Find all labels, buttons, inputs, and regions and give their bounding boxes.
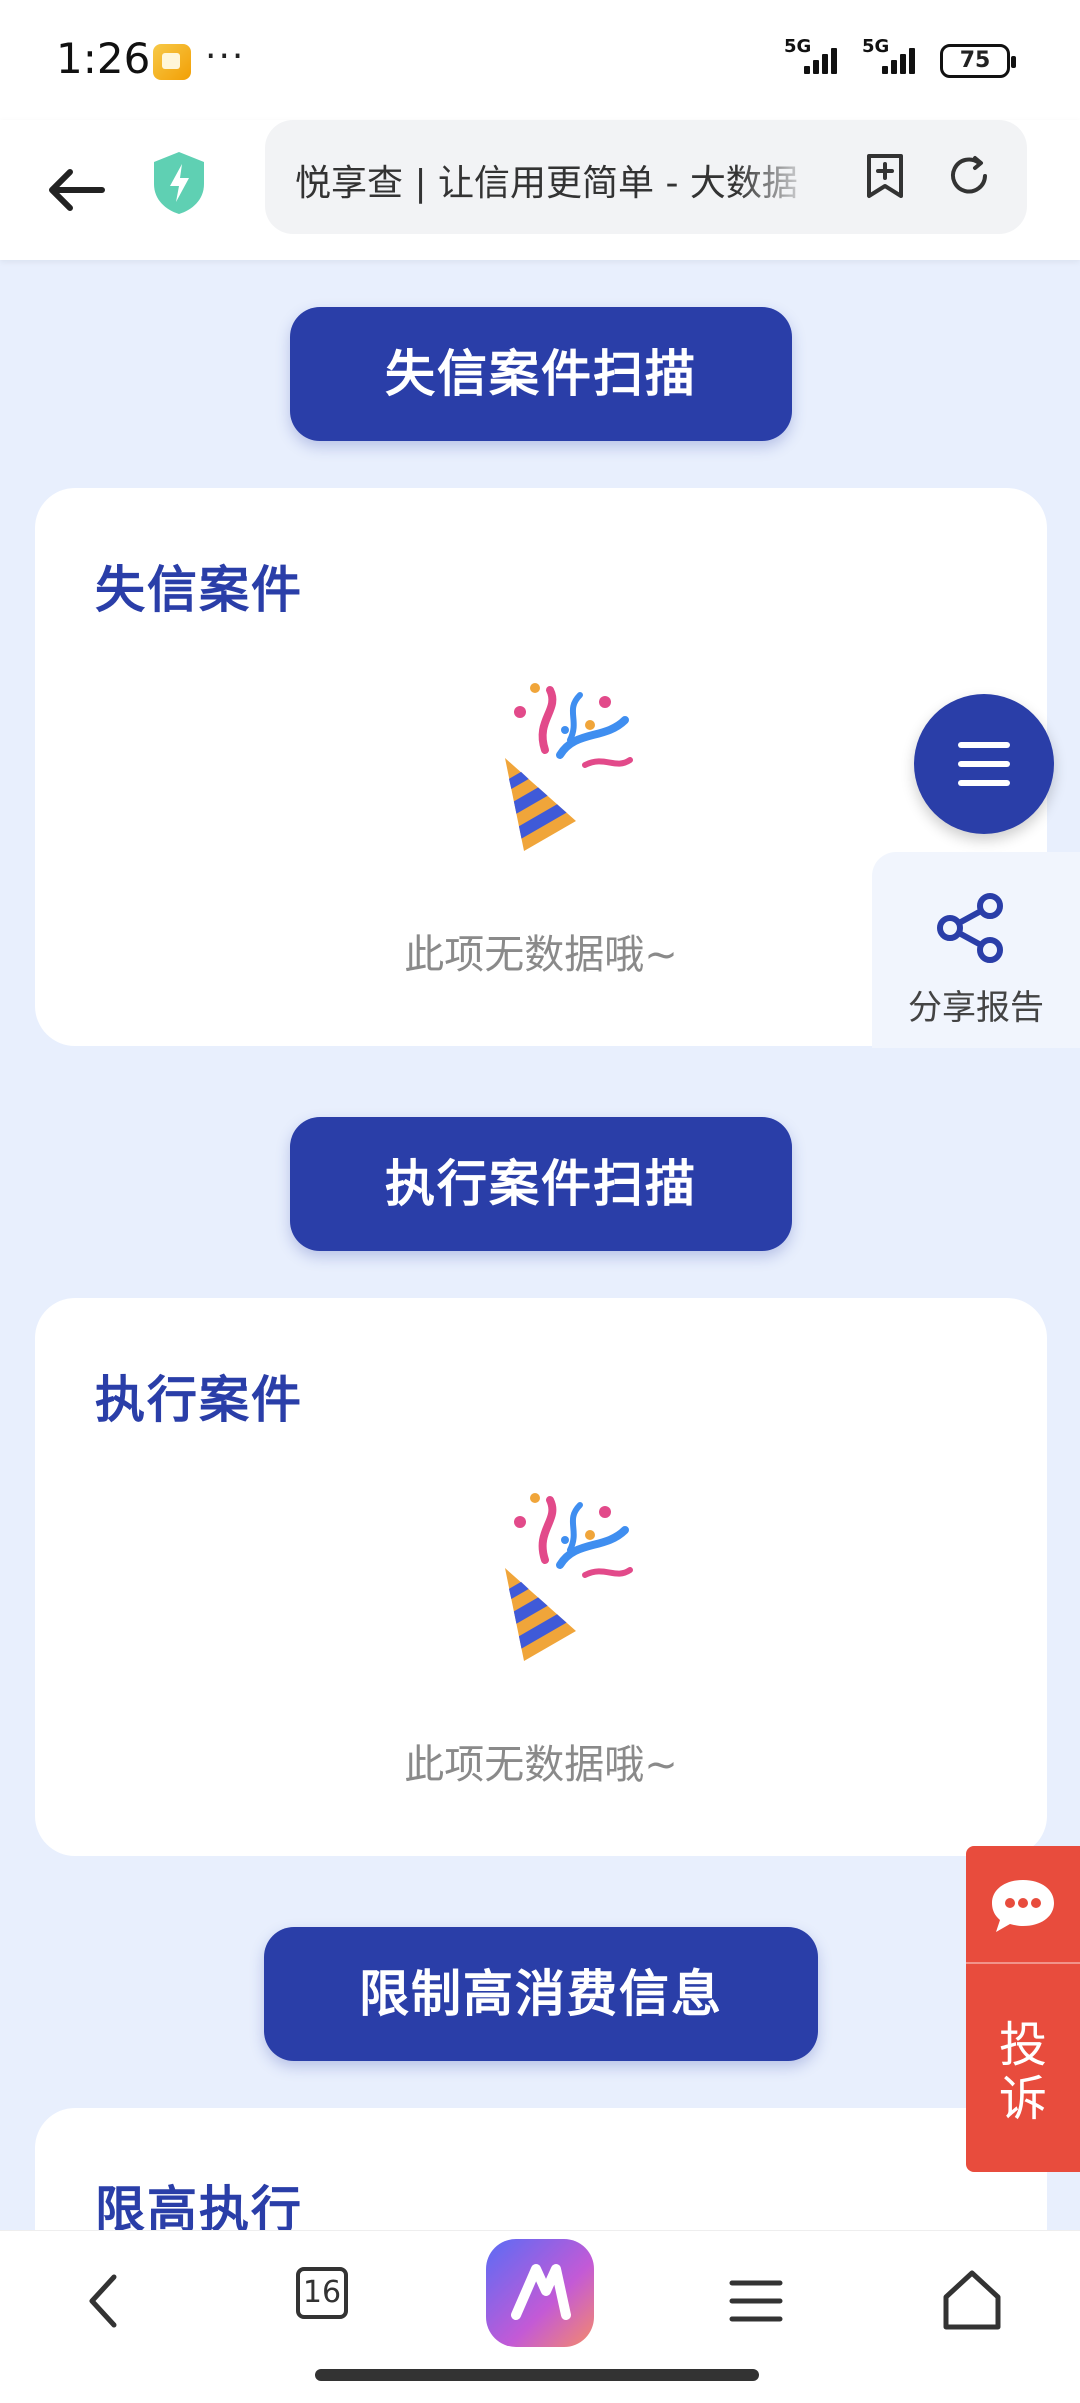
enforcement-cases-scan-button[interactable]: 执行案件扫描 [290,1117,792,1251]
battery-indicator: 75 [940,44,1016,78]
chat-bubble-icon[interactable] [988,1876,1058,1936]
back-arrow-icon[interactable] [40,152,120,232]
floating-menu-button[interactable] [914,694,1054,834]
home-icon[interactable] [932,2261,1012,2341]
notification-app-icon [153,44,191,80]
more-notifications-icon: ··· [205,36,246,77]
bookmark-add-icon[interactable] [863,152,907,200]
enforcement-cases-card: 执行案件 此项无数据哦~ [35,1298,1047,1856]
consumption-restriction-button[interactable]: 限制高消费信息 [264,1927,818,2061]
reload-icon[interactable] [945,152,993,200]
party-popper-icon [465,1490,645,1670]
browser-toolbar: 悦享查 | 让信用更简单 - 大数据 [0,120,1080,260]
card-title: 失信案件 [95,561,303,619]
status-time: 1:26 [56,34,151,83]
status-bar: 1:26 ··· 5G 5G 75 [0,0,1080,120]
menu-lines-icon[interactable] [716,2261,796,2341]
share-report-button[interactable]: 分享报告 [872,852,1080,1048]
tabs-count-button[interactable]: 16 [296,2267,348,2319]
party-popper-icon [465,680,645,860]
share-report-label: 分享报告 [908,988,1044,1028]
complaint-side-tab[interactable]: 投诉 [966,1846,1080,2172]
signal-icon: 5G [862,36,932,76]
share-icon [934,892,1010,964]
browser-bottom-bar: 16 [0,2230,1080,2403]
home-indicator[interactable] [315,2369,759,2381]
ai-assistant-button[interactable] [486,2239,594,2347]
complaint-label[interactable]: 投诉 [993,2018,1053,2126]
dishonest-cases-scan-button[interactable]: 失信案件扫描 [290,307,792,441]
empty-state-text: 此项无数据哦~ [404,1742,678,1788]
nav-back-icon[interactable] [66,2261,146,2341]
card-title: 执行案件 [95,1371,303,1429]
signal-icon: 5G [784,36,854,76]
divider [966,1962,1080,1964]
shield-bolt-icon[interactable] [150,150,208,216]
page-title-text[interactable]: 悦享查 | 让信用更简单 - 大数据 [295,154,815,206]
